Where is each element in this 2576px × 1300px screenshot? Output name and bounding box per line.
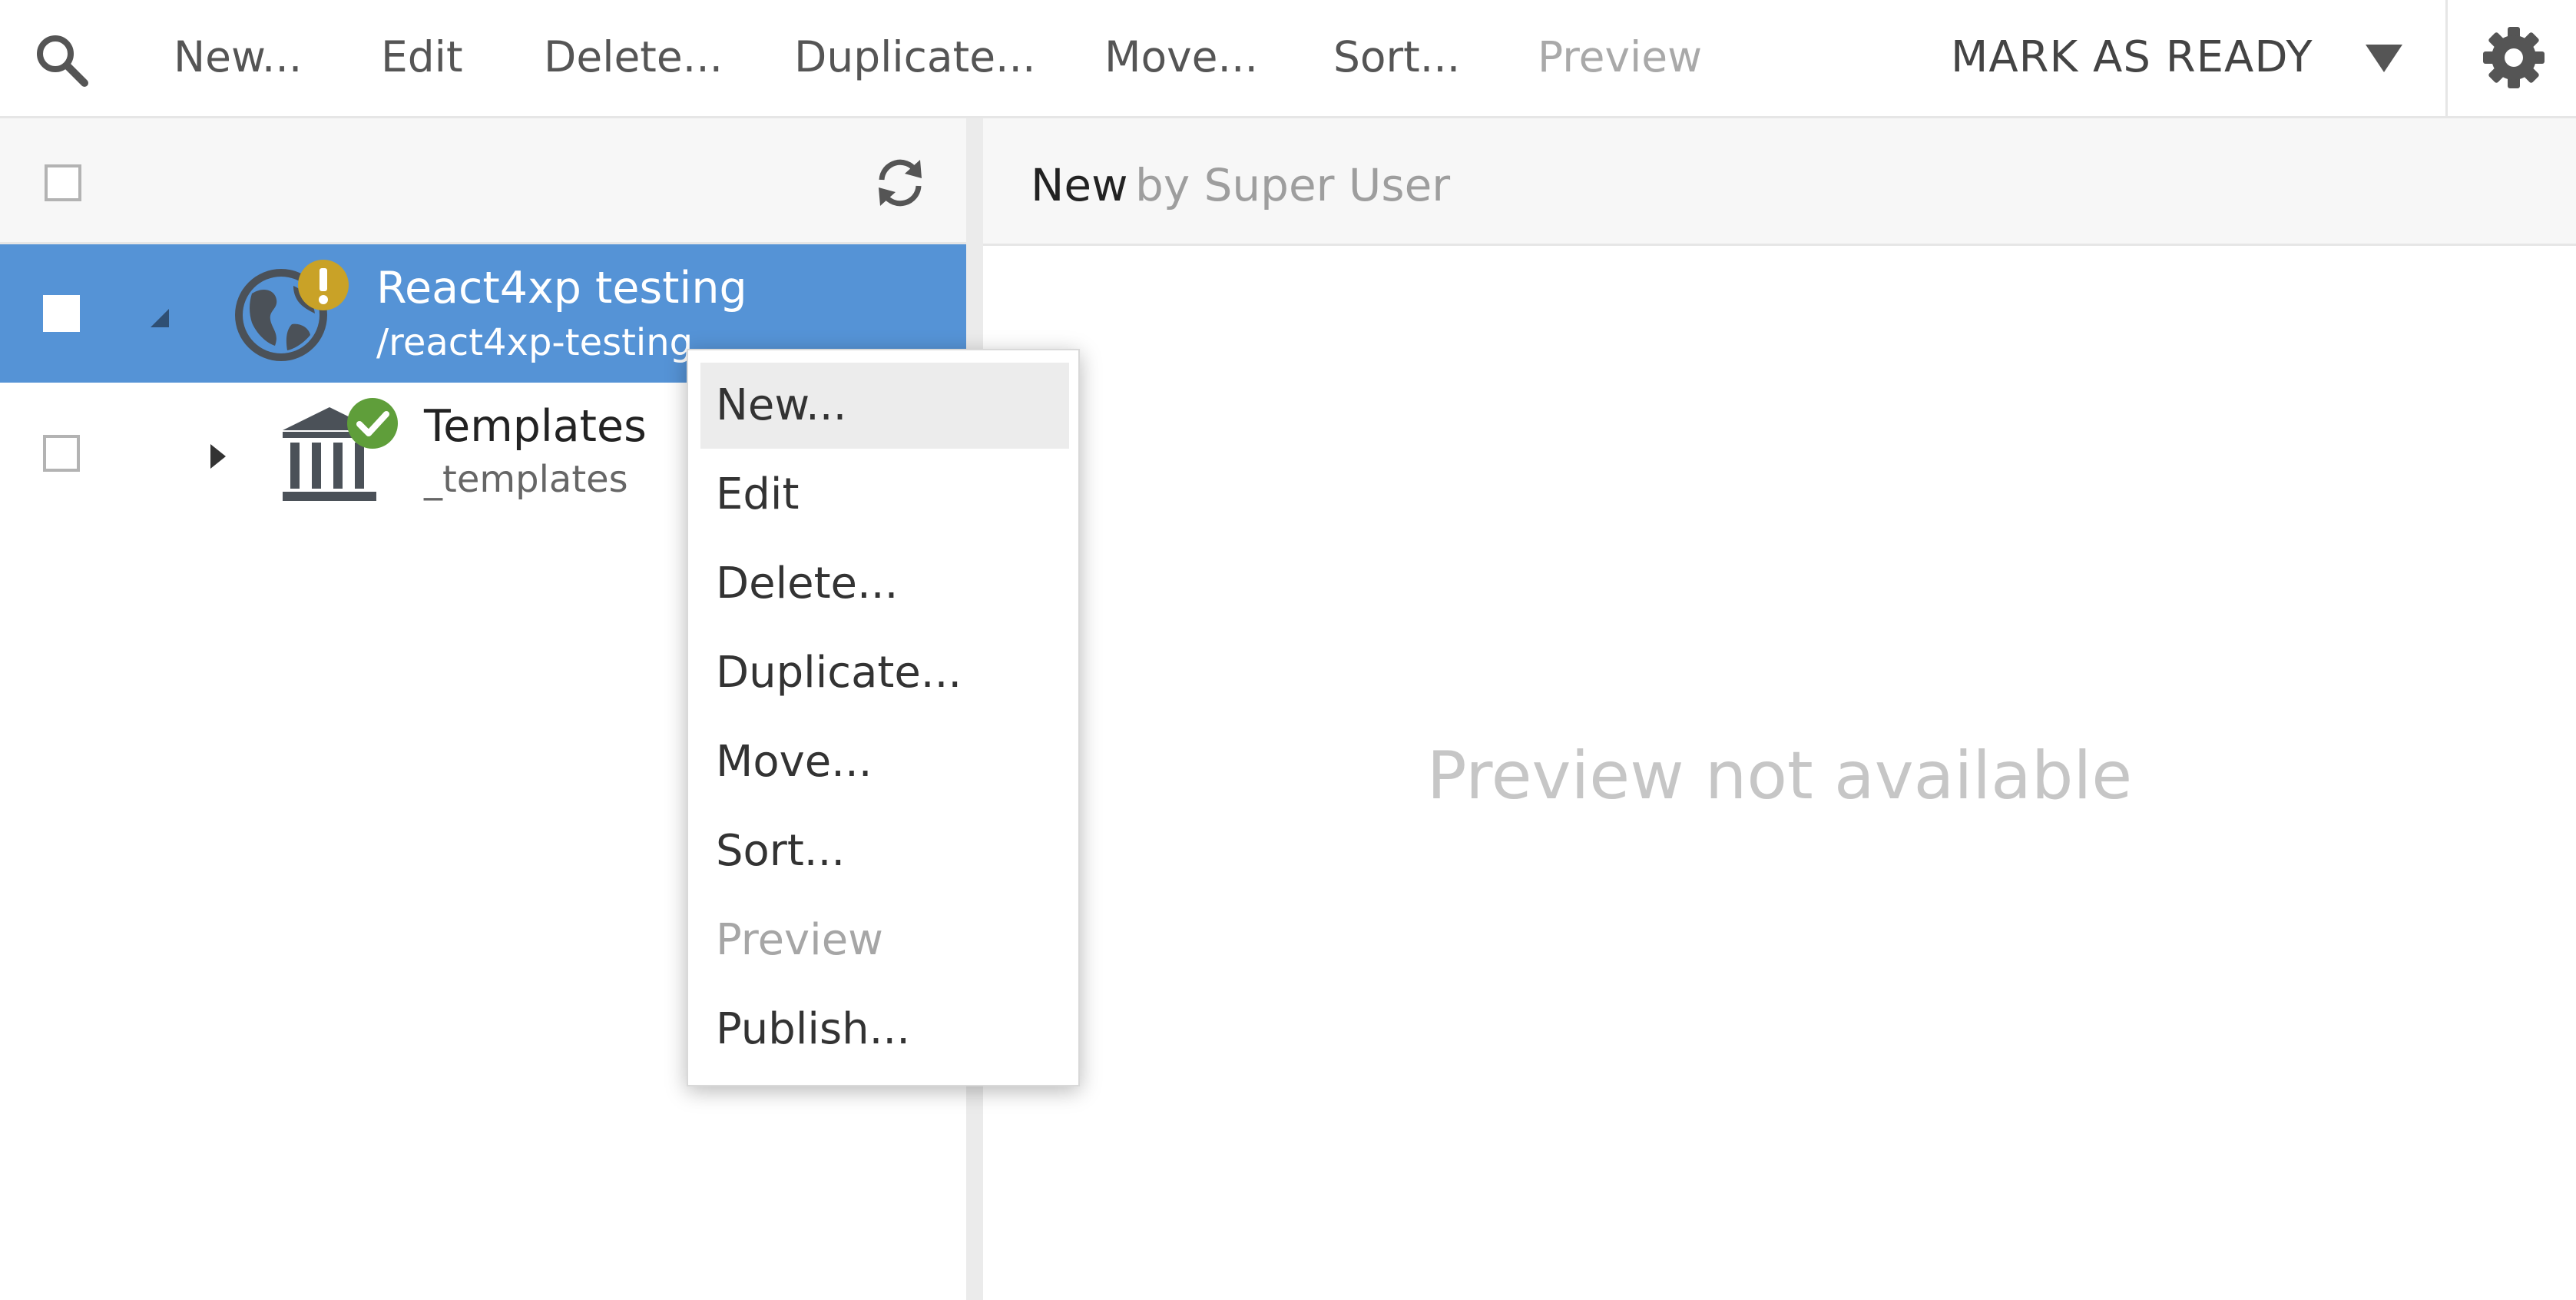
toolbar-edit-button[interactable]: Edit <box>381 31 463 83</box>
preview-empty-message: Preview not available <box>1426 738 2133 814</box>
tree-item-title: Templates <box>424 401 647 452</box>
tree-item-path: _templates <box>424 458 628 501</box>
context-sort[interactable]: Sort... <box>700 808 1069 894</box>
row-checkbox[interactable] <box>43 295 80 332</box>
toolbar-sort-button[interactable]: Sort... <box>1333 31 1460 83</box>
context-move[interactable]: Move... <box>700 719 1069 805</box>
toolbar-divider <box>2445 0 2448 118</box>
context-new[interactable]: New... <box>700 363 1069 449</box>
gear-icon[interactable] <box>2481 25 2547 91</box>
context-duplicate[interactable]: Duplicate... <box>700 630 1069 716</box>
context-edit[interactable]: Edit <box>700 452 1069 538</box>
refresh-icon[interactable] <box>871 154 929 212</box>
collapse-caret-icon[interactable] <box>146 304 172 330</box>
context-delete[interactable]: Delete... <box>700 541 1069 627</box>
tree-header <box>0 118 966 244</box>
warning-icon <box>298 260 349 310</box>
context-preview: Preview <box>716 915 883 965</box>
context-publish[interactable]: Publish... <box>700 987 1069 1073</box>
chevron-down-icon[interactable] <box>2361 38 2407 77</box>
toolbar-preview-button: Preview <box>1538 32 1703 81</box>
row-checkbox[interactable] <box>43 435 80 472</box>
preview-author: by Super User <box>1135 159 1451 211</box>
toolbar-duplicate-button[interactable]: Duplicate... <box>794 31 1035 83</box>
context-menu: New... Edit Delete... Duplicate... Move.… <box>687 349 1080 1086</box>
toolbar-move-button[interactable]: Move... <box>1104 31 1258 83</box>
expand-caret-icon[interactable] <box>206 441 229 472</box>
tree-item-title: React4xp testing <box>376 263 747 313</box>
tree-item-path: /react4xp-testing <box>376 321 694 364</box>
select-all-checkbox[interactable] <box>45 164 81 201</box>
mark-as-ready-button[interactable]: MARK AS READY <box>1951 32 2313 83</box>
preview-title: New <box>1031 159 1128 211</box>
toolbar-new-button[interactable]: New... <box>174 31 302 83</box>
toolbar-delete-button[interactable]: Delete... <box>544 31 723 83</box>
toolbar: New... Edit Delete... Duplicate... Move.… <box>0 0 2576 118</box>
check-icon <box>347 398 398 449</box>
search-icon[interactable] <box>31 29 92 91</box>
